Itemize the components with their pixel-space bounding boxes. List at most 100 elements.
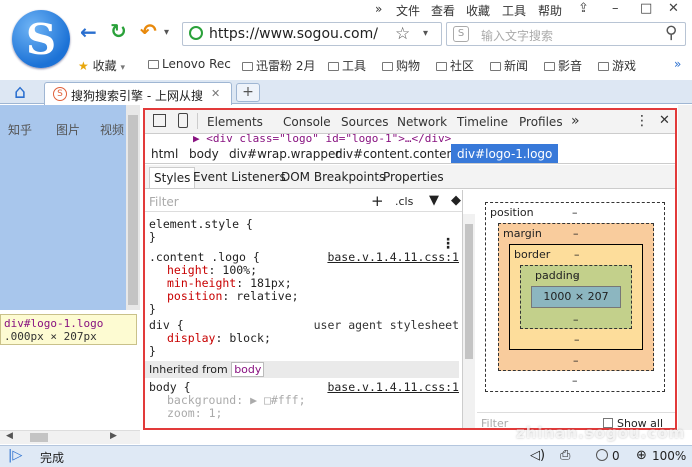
prop-zoom[interactable]: zoom <box>167 406 195 420</box>
search-input[interactable]: 输入文字搜索 <box>481 27 553 44</box>
inherited-body-tag[interactable]: body <box>231 362 265 377</box>
rule-source-link[interactable]: base.v.1.4.11.css:1 <box>327 381 459 394</box>
devtools-menu-icon[interactable]: ⋮ <box>635 113 649 129</box>
styles-scrollbar-thumb[interactable] <box>465 224 473 359</box>
bookmark-games[interactable]: 游戏 <box>598 57 636 74</box>
prop-min-height[interactable]: min-height <box>167 276 236 290</box>
crumb-body[interactable]: body <box>189 147 219 161</box>
subtab-properties[interactable]: Properties <box>383 170 444 184</box>
nav-link-images[interactable]: 图片 <box>56 121 80 138</box>
zoom-icon[interactable]: ⊕ <box>636 448 647 463</box>
menu-view[interactable]: 查看 <box>431 2 455 19</box>
padding-top-value[interactable]: – <box>573 269 579 282</box>
new-rule-icon[interactable]: + <box>371 192 384 210</box>
more-tabs-icon[interactable]: » <box>571 113 580 129</box>
val-min-height[interactable]: 181px; <box>250 276 292 290</box>
subtab-dom-breakpoints[interactable]: DOM Breakpoints <box>281 170 385 184</box>
nav-link-video[interactable]: 视频 <box>100 121 124 138</box>
inspect-element-icon[interactable] <box>153 114 166 127</box>
border-bottom-value[interactable]: – <box>574 333 580 346</box>
computed-filter-input[interactable]: Filter <box>481 417 508 428</box>
minimize-icon[interactable]: – <box>612 1 619 16</box>
border-top-value[interactable]: – <box>574 248 580 261</box>
sidebar-toggle-icon[interactable]: |▷ <box>8 448 22 463</box>
color-format-icon[interactable]: ◆ <box>451 193 461 208</box>
scroll-left-icon[interactable]: ◀ <box>6 431 13 441</box>
crumb-content[interactable]: div#content.content <box>335 147 459 161</box>
device-mode-icon[interactable] <box>178 113 188 128</box>
bookmark-news[interactable]: 新闻 <box>490 57 528 74</box>
tab-sources[interactable]: Sources <box>341 115 388 129</box>
menu-file[interactable]: 文件 <box>396 2 420 19</box>
printer-icon[interactable]: ⎙ <box>560 448 570 463</box>
search-box[interactable]: S 输入文字搜索 ⚲ <box>446 22 686 46</box>
crumb-logo-selected[interactable]: div#logo-1.logo <box>451 144 559 163</box>
menu-favorites[interactable]: 收藏 <box>466 2 490 19</box>
pin-icon[interactable]: ▼ <box>429 193 439 208</box>
tab-sogou[interactable]: S 搜狗搜索引擎 - 上网从搜 ✕ <box>44 82 232 105</box>
tab-timeline[interactable]: Timeline <box>457 115 508 129</box>
styles-scrollbar[interactable] <box>463 214 475 428</box>
search-engine-icon[interactable]: S <box>453 26 469 42</box>
menu-chevron[interactable]: » <box>375 2 382 16</box>
maximize-icon[interactable]: □ <box>640 1 652 16</box>
margin-top-value[interactable]: – <box>573 227 579 240</box>
undo-icon[interactable]: ↶ <box>140 19 157 43</box>
bookmark-favorites[interactable]: ★ 收藏 ▾ <box>78 57 125 74</box>
val-background[interactable]: ▶ □#fff; <box>250 393 305 407</box>
menu-tools[interactable]: 工具 <box>502 2 526 19</box>
bookmarks-more[interactable]: » <box>674 57 681 71</box>
bookmark-video[interactable]: 影音 <box>544 57 582 74</box>
bookmark-shopping[interactable]: 购物 <box>382 57 420 74</box>
cls-toggle[interactable]: .cls <box>395 195 413 208</box>
prop-height[interactable]: height <box>167 263 209 277</box>
new-tab-button[interactable]: + <box>236 83 260 102</box>
sogou-logo[interactable]: S <box>12 10 70 68</box>
undo-dropdown-icon[interactable]: ▾ <box>164 27 169 38</box>
position-bottom-value[interactable]: – <box>572 374 578 387</box>
val-display[interactable]: block; <box>229 331 271 345</box>
page-scrollbar-thumb[interactable] <box>128 115 138 305</box>
window-scrollbar[interactable] <box>678 105 692 430</box>
styles-filter-input[interactable]: Filter <box>149 195 179 209</box>
bookmark-xunlei[interactable]: 迅雷粉 2月 <box>242 57 315 74</box>
bookmark-lenovo[interactable]: Lenovo Rec <box>148 57 231 71</box>
zoom-level[interactable]: 100% <box>652 449 686 463</box>
position-top-value[interactable]: – <box>572 206 578 219</box>
val-height[interactable]: 100%; <box>222 263 257 277</box>
refresh-icon[interactable]: ↻ <box>110 19 127 43</box>
bookmark-community[interactable]: 社区 <box>436 57 474 74</box>
tab-close-icon[interactable]: ✕ <box>211 87 220 100</box>
tab-profiles[interactable]: Profiles <box>519 115 563 129</box>
prop-background[interactable]: background <box>167 393 236 407</box>
hscroll-thumb[interactable] <box>30 433 48 442</box>
skin-icon[interactable]: ⇪ <box>578 1 589 16</box>
home-icon[interactable]: ⌂ <box>14 81 26 103</box>
devtools-close-icon[interactable]: ✕ <box>659 113 670 128</box>
menu-help[interactable]: 帮助 <box>538 2 562 19</box>
margin-bottom-value[interactable]: – <box>573 354 579 367</box>
nav-link-zhihu[interactable]: 知乎 <box>8 121 32 138</box>
address-dropdown-icon[interactable]: ▾ <box>423 28 428 39</box>
subtab-styles[interactable]: Styles <box>149 167 196 188</box>
rule-menu-icon[interactable]: ⋮ <box>441 236 455 252</box>
address-bar[interactable]: https://www.sogou.com/ ☆ ▾ <box>182 22 442 46</box>
speaker-icon[interactable]: ◁) <box>530 448 545 463</box>
tab-network[interactable]: Network <box>397 115 447 129</box>
val-zoom[interactable]: 1; <box>209 406 223 420</box>
download-icon[interactable] <box>596 449 608 461</box>
bookmark-tools[interactable]: 工具 <box>328 57 366 74</box>
star-icon[interactable]: ☆ <box>395 24 410 44</box>
subtab-event-listeners[interactable]: Event Listeners <box>193 170 286 184</box>
crumb-wrap[interactable]: div#wrap.wrapper <box>229 147 340 161</box>
scroll-right-icon[interactable]: ▶ <box>110 431 117 441</box>
prop-display[interactable]: display <box>167 331 215 345</box>
rule-source-link[interactable]: base.v.1.4.11.css:1 <box>327 251 459 264</box>
crumb-html[interactable]: html <box>151 147 178 161</box>
prop-position[interactable]: position <box>167 289 222 303</box>
back-icon[interactable]: ← <box>80 20 97 44</box>
val-position[interactable]: relative; <box>236 289 298 303</box>
close-window-icon[interactable]: ✕ <box>668 1 679 16</box>
tab-elements[interactable]: Elements <box>207 115 263 129</box>
search-icon[interactable]: ⚲ <box>665 23 677 43</box>
